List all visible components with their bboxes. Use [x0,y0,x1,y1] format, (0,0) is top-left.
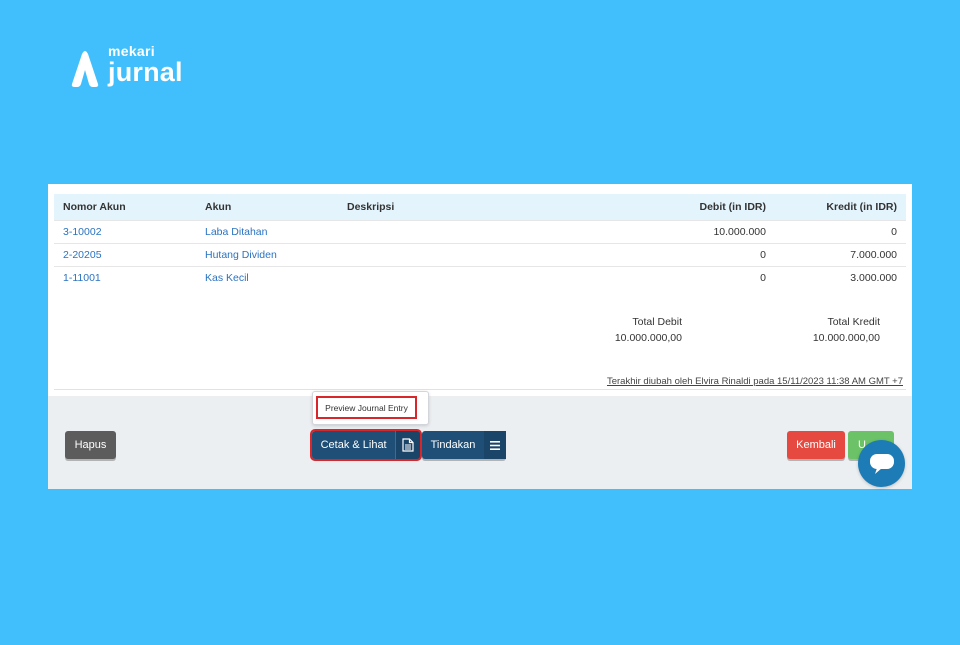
total-debit-label: Total Debit [632,316,682,328]
debit-cell: 0 [563,266,775,289]
logo-mark-icon [71,51,99,87]
action-footer: Hapus Cetak & Lihat Tindakan Kembali U [48,396,912,489]
total-debit-value: 10.000.000,00 [614,332,682,344]
total-kredit: Total Kredit 10.000.000,00 [794,314,880,346]
mekari-jurnal-logo: mekari jurnal [68,44,183,88]
delete-button[interactable]: Hapus [65,431,116,459]
last-edited-link[interactable]: Terakhir diubah oleh Elvira Rinaldi pada… [607,376,903,387]
kredit-cell: 3.000.000 [775,266,906,289]
actions-label: Tindakan [430,439,476,451]
header-deskripsi: Deskripsi [347,201,395,213]
account-name-link[interactable]: Hutang Dividen [196,243,338,267]
description-cell [338,220,563,244]
description-cell [338,266,563,289]
header-kredit: Kredit (in IDR) [826,201,897,213]
divider [54,389,906,390]
print-dropdown-menu: Preview Journal Entry [312,391,429,425]
header-nomor-akun: Nomor Akun [63,201,126,213]
total-kredit-label: Total Kredit [827,316,880,328]
total-debit: Total Debit 10.000.000,00 [596,314,682,346]
back-button[interactable]: Kembali [787,431,845,459]
table-row: 1-11001 Kas Kecil 0 3.000.000 [54,266,906,289]
preview-journal-entry-item[interactable]: Preview Journal Entry [316,396,417,419]
debit-cell: 0 [563,243,775,267]
print-view-label: Cetak & Lihat [320,439,387,451]
account-number-link[interactable]: 1-11001 [54,266,196,289]
account-number-link[interactable]: 3-10002 [54,220,196,244]
print-view-button[interactable]: Cetak & Lihat [310,429,422,461]
table-row: 2-20205 Hutang Dividen 0 7.000.000 [54,243,906,267]
chat-button[interactable] [858,440,905,487]
document-icon [395,431,420,459]
table-row: 3-10002 Laba Ditahan 10.000.000 0 [54,220,906,244]
actions-dropdown-button[interactable]: Tindakan [422,431,506,459]
brand-small: mekari [108,43,155,59]
chat-icon [869,453,894,474]
kredit-cell: 7.000.000 [775,243,906,267]
table-header-row: Nomor Akun Akun Deskripsi Debit (in IDR)… [54,194,906,221]
journal-table: Nomor Akun Akun Deskripsi Debit (in IDR)… [54,194,906,289]
kredit-cell: 0 [775,220,906,244]
account-number-link[interactable]: 2-20205 [54,243,196,267]
menu-icon [484,431,506,459]
header-akun: Akun [205,201,232,213]
debit-cell: 10.000.000 [563,220,775,244]
total-kredit-value: 10.000.000,00 [812,332,880,344]
account-name-link[interactable]: Laba Ditahan [196,220,338,244]
brand-big: jurnal [108,57,183,87]
header-debit: Debit (in IDR) [699,201,767,213]
description-cell [338,243,563,267]
journal-panel: Nomor Akun Akun Deskripsi Debit (in IDR)… [48,184,912,489]
account-name-link[interactable]: Kas Kecil [196,266,338,289]
